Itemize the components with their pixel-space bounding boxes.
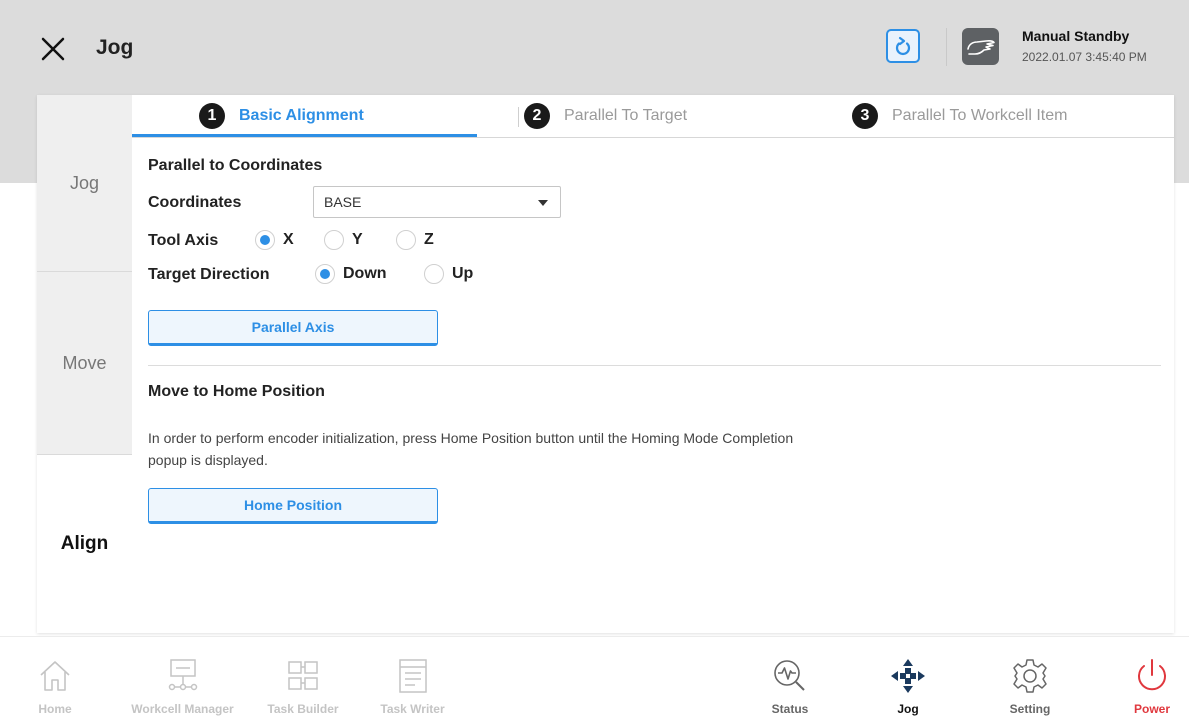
radio-label: Up	[452, 265, 474, 282]
page-title: Jog	[96, 36, 134, 59]
tab-parallel-to-target[interactable]: 2 Parallel To Target	[524, 95, 687, 137]
tab-bar: 1 Basic Alignment 2 Parallel To Target 3…	[132, 95, 1174, 138]
section-divider	[148, 365, 1161, 366]
close-icon	[41, 37, 65, 61]
tab-label: Parallel To Workcell Item	[892, 107, 1068, 124]
sidebar-item-move[interactable]: Move	[37, 272, 132, 455]
nav-label: Setting	[1009, 702, 1051, 716]
nav-item-task-builder[interactable]: Task Builder	[258, 637, 348, 718]
home-position-description: In order to perform encoder initializati…	[148, 430, 794, 468]
tab-label: Parallel To Target	[564, 107, 688, 124]
refresh-icon	[895, 36, 911, 55]
workcell-manager-icon	[163, 656, 203, 696]
target-direction-label: Target Direction	[148, 266, 270, 283]
radio-unchecked-icon	[424, 264, 444, 284]
coordinates-select[interactable]: BASE	[313, 186, 561, 218]
header-divider	[946, 28, 947, 66]
nav-item-jog[interactable]: Jog	[878, 637, 938, 718]
nav-label: Workcell Manager	[131, 702, 234, 716]
manual-mode-hand-icon	[962, 28, 999, 65]
power-icon	[1132, 656, 1172, 696]
tab-number-badge: 2	[524, 103, 550, 129]
close-button[interactable]	[38, 34, 68, 64]
tab-basic-alignment[interactable]: 1 Basic Alignment	[199, 95, 364, 137]
nav-item-power[interactable]: Power	[1122, 637, 1182, 718]
tab-label: Basic Alignment	[239, 107, 364, 124]
tab-parallel-to-workcell-item[interactable]: 3 Parallel To Workcell Item	[852, 95, 1067, 137]
nav-label: Home	[38, 702, 72, 716]
section-title-parallel: Parallel to Coordinates	[148, 157, 323, 174]
nav-item-workcell-manager[interactable]: Workcell Manager	[120, 637, 245, 718]
coordinates-value: BASE	[324, 194, 362, 210]
basic-alignment-content: Parallel to Coordinates Coordinates BASE…	[148, 137, 1174, 633]
tab-number-badge: 1	[199, 103, 225, 129]
radio-label: X	[283, 231, 294, 248]
chevron-down-icon	[538, 200, 548, 206]
tab-divider	[518, 107, 519, 127]
tab-number-badge: 3	[852, 103, 878, 129]
bottom-navigation: Home Workcell Manager Task Builder Task …	[0, 636, 1189, 718]
jog-panel: Jog Move Align 1 Basic Alignment 2 Paral…	[37, 95, 1174, 633]
home-position-button[interactable]: Home Position	[148, 488, 438, 524]
nav-label: Jog	[897, 702, 919, 716]
robot-status-title: Manual Standby	[1022, 28, 1130, 44]
radio-unchecked-icon	[324, 230, 344, 250]
radio-label: Down	[343, 265, 387, 282]
sidebar-item-align[interactable]: Align	[37, 455, 132, 633]
nav-label: Status	[771, 702, 809, 716]
radio-checked-icon	[315, 264, 335, 284]
sidebar-item-jog[interactable]: Jog	[37, 95, 132, 272]
target-direction-down-radio[interactable]: Down	[315, 264, 387, 284]
refresh-button[interactable]	[886, 29, 920, 63]
section-title-home: Move to Home Position	[148, 383, 325, 400]
status-icon	[770, 656, 810, 696]
radio-label: Z	[424, 231, 434, 248]
home-icon	[35, 656, 75, 696]
nav-item-status[interactable]: Status	[755, 637, 825, 718]
parallel-axis-button[interactable]: Parallel Axis	[148, 310, 438, 346]
nav-item-home[interactable]: Home	[25, 637, 85, 718]
radio-unchecked-icon	[396, 230, 416, 250]
tool-axis-y-radio[interactable]: Y	[324, 230, 363, 250]
nav-label: Task Builder	[267, 702, 339, 716]
gear-icon	[1010, 656, 1050, 696]
tool-axis-z-radio[interactable]: Z	[396, 230, 434, 250]
radio-checked-icon	[255, 230, 275, 250]
header-bar: Jog Manual Standby 2022.01.07 3:45:40 PM	[0, 0, 1189, 95]
tool-axis-label: Tool Axis	[148, 232, 219, 249]
nav-label: Power	[1133, 702, 1170, 716]
coordinates-label: Coordinates	[148, 194, 242, 211]
target-direction-up-radio[interactable]: Up	[424, 264, 473, 284]
robot-status-timestamp: 2022.01.07 3:45:40 PM	[1022, 50, 1147, 64]
jog-icon	[888, 656, 928, 696]
nav-item-setting[interactable]: Setting	[995, 637, 1065, 718]
nav-label: Task Writer	[380, 702, 445, 716]
nav-item-task-writer[interactable]: Task Writer	[370, 637, 455, 718]
tool-axis-x-radio[interactable]: X	[255, 230, 294, 250]
task-writer-icon	[393, 656, 433, 696]
task-builder-icon	[283, 656, 323, 696]
radio-label: Y	[352, 231, 363, 248]
